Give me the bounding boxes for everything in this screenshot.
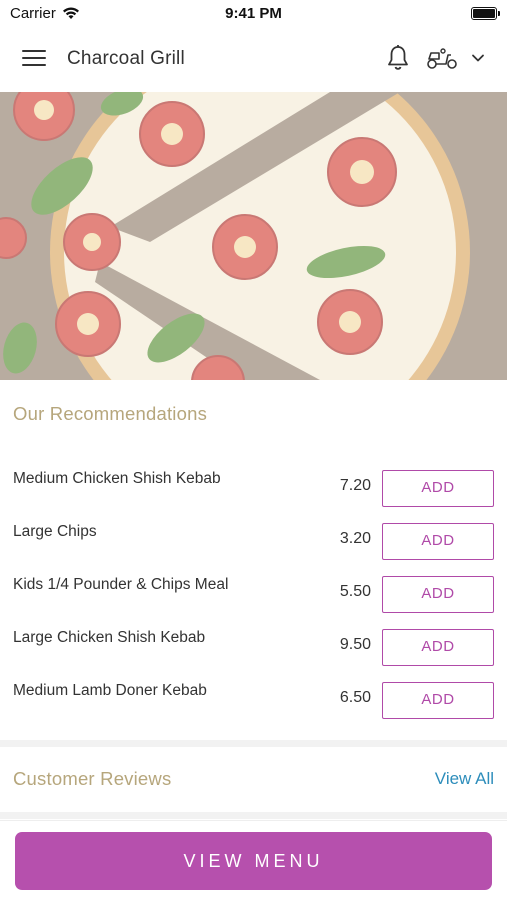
item-price: 6.50 xyxy=(339,689,371,706)
item-price: 7.20 xyxy=(339,477,371,494)
chevron-down-icon[interactable] xyxy=(470,50,486,66)
view-all-link[interactable]: View All xyxy=(435,769,494,789)
add-button[interactable]: ADD xyxy=(382,523,494,560)
section-divider xyxy=(0,740,507,747)
item-name: Large Chicken Shish Kebab xyxy=(13,629,206,646)
status-bar: Carrier 9:41 PM xyxy=(0,0,507,28)
view-menu-button[interactable]: VIEW MENU xyxy=(15,832,492,890)
item-price: 5.50 xyxy=(339,583,371,600)
item-name: Large Chips xyxy=(13,523,97,540)
list-item: Kids 1/4 Pounder & Chips Meal 5.50 ADD xyxy=(0,576,507,629)
hero-image xyxy=(0,92,507,380)
hamburger-icon[interactable] xyxy=(22,50,46,68)
page-title: Charcoal Grill xyxy=(67,48,185,69)
list-item: Medium Chicken Shish Kebab 7.20 ADD xyxy=(0,470,507,523)
list-item: Large Chicken Shish Kebab 9.50 ADD xyxy=(0,629,507,682)
list-item: Large Chips 3.20 ADD xyxy=(0,523,507,576)
status-time: 9:41 PM xyxy=(225,5,282,22)
bell-icon[interactable] xyxy=(385,44,411,72)
battery-icon xyxy=(471,7,500,20)
scooter-icon[interactable] xyxy=(426,46,458,70)
add-button[interactable]: ADD xyxy=(382,576,494,613)
item-name: Medium Lamb Doner Kebab xyxy=(13,682,207,699)
add-button[interactable]: ADD xyxy=(382,629,494,666)
recommendations-title: Our Recommendations xyxy=(13,403,208,424)
list-item: Medium Lamb Doner Kebab 6.50 ADD xyxy=(0,682,507,735)
add-button[interactable]: ADD xyxy=(382,682,494,719)
item-price: 9.50 xyxy=(339,636,371,653)
bottom-bar: VIEW MENU xyxy=(0,820,507,900)
app-bar: Charcoal Grill xyxy=(0,28,507,92)
item-name: Kids 1/4 Pounder & Chips Meal xyxy=(13,576,229,593)
item-price: 3.20 xyxy=(339,530,371,547)
reviews-title: Customer Reviews xyxy=(13,768,172,789)
item-name: Medium Chicken Shish Kebab xyxy=(13,470,221,487)
section-divider xyxy=(0,812,507,819)
add-button[interactable]: ADD xyxy=(382,470,494,507)
